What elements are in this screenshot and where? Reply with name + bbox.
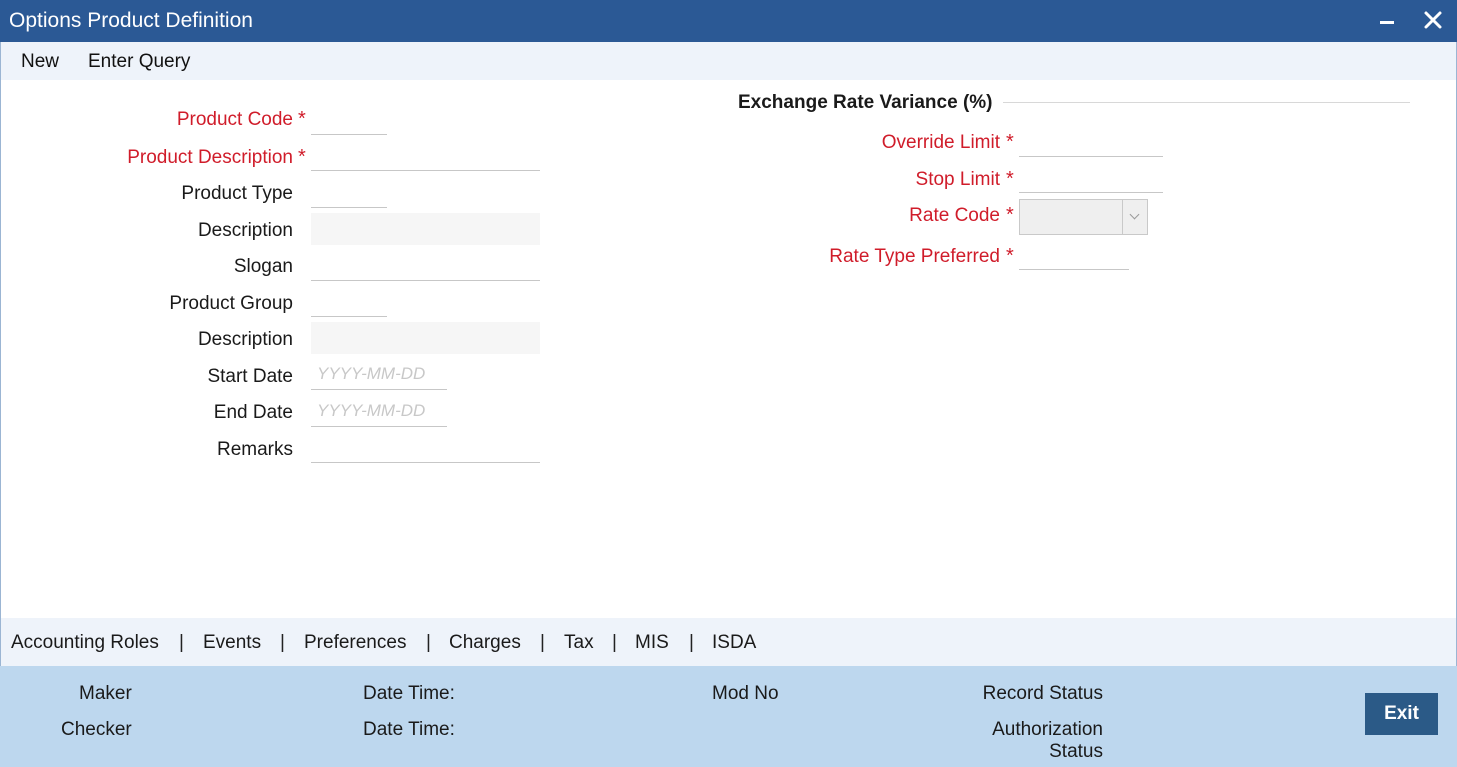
product-group-input[interactable] — [311, 285, 387, 317]
record-status-label: Record Status — [982, 683, 1103, 704]
chevron-down-icon[interactable] — [1122, 200, 1147, 234]
new-button[interactable]: New — [21, 51, 59, 73]
audit-footer — [0, 666, 1457, 767]
product-description-label: Product Description — [127, 147, 293, 168]
rate-type-preferred-label: Rate Type Preferred — [829, 246, 1000, 267]
authorization-status-label: Authorization — [992, 719, 1103, 740]
rate-code-select[interactable] — [1019, 199, 1148, 235]
authorization-status-label-line2: Status — [1049, 741, 1103, 762]
tab-charges[interactable]: Charges — [449, 632, 521, 654]
required-marker: * — [298, 108, 306, 130]
group-description-field — [311, 322, 540, 354]
tab-events[interactable]: Events — [203, 632, 261, 654]
minimize-icon[interactable] — [1377, 9, 1399, 31]
required-marker: * — [1006, 168, 1014, 190]
enter-query-button[interactable]: Enter Query — [88, 51, 190, 73]
tab-preferences[interactable]: Preferences — [304, 632, 406, 654]
required-marker: * — [1006, 245, 1014, 267]
type-description-field — [311, 213, 540, 245]
start-date-input[interactable] — [311, 358, 447, 390]
type-description-label: Description — [197, 220, 293, 241]
menu-bar: New Enter Query — [0, 42, 1457, 80]
product-type-label: Product Type — [181, 183, 293, 204]
group-description-label: Description — [197, 329, 293, 350]
maker-label: Maker — [79, 683, 132, 704]
exchange-rate-section-title: Exchange Rate Variance (%) — [738, 92, 993, 113]
mod-no-label: Mod No — [712, 683, 779, 704]
section-divider — [1003, 102, 1410, 103]
required-marker: * — [1006, 131, 1014, 153]
slogan-label: Slogan — [233, 256, 293, 277]
required-marker: * — [298, 146, 306, 168]
product-group-label: Product Group — [169, 293, 293, 314]
product-description-input[interactable] — [311, 139, 540, 171]
maker-date-time-label: Date Time: — [363, 683, 455, 704]
stop-limit-label: Stop Limit — [915, 169, 1000, 190]
end-date-label: End Date — [213, 402, 293, 423]
tab-accounting-roles[interactable]: Accounting Roles — [11, 632, 159, 654]
title-bar: Options Product Definition — [0, 0, 1457, 42]
tab-separator: | — [280, 632, 285, 653]
slogan-input[interactable] — [311, 249, 540, 281]
window-title: Options Product Definition — [9, 9, 253, 32]
tab-tax[interactable]: Tax — [564, 632, 594, 654]
tab-separator: | — [179, 632, 184, 653]
remarks-input[interactable] — [311, 431, 540, 463]
product-code-label: Product Code — [176, 109, 293, 130]
exit-button[interactable]: Exit — [1365, 693, 1438, 735]
tab-separator: | — [689, 632, 694, 653]
close-icon[interactable] — [1422, 9, 1444, 31]
product-type-input[interactable] — [311, 176, 387, 208]
tab-separator: | — [540, 632, 545, 653]
required-marker: * — [1006, 204, 1014, 226]
remarks-label: Remarks — [216, 439, 293, 460]
rate-type-preferred-input[interactable] — [1019, 238, 1129, 270]
tab-mis[interactable]: MIS — [635, 632, 669, 654]
end-date-input[interactable] — [311, 395, 447, 427]
tab-separator: | — [612, 632, 617, 653]
checker-date-time-label: Date Time: — [363, 719, 455, 740]
override-limit-label: Override Limit — [881, 132, 1000, 153]
tab-isda[interactable]: ISDA — [712, 632, 756, 654]
start-date-label: Start Date — [207, 366, 293, 387]
override-limit-input[interactable] — [1019, 125, 1163, 157]
sub-screen-tabs: Accounting Roles | Events | Preferences … — [0, 618, 1457, 666]
tab-separator: | — [426, 632, 431, 653]
product-code-input[interactable] — [311, 103, 387, 135]
checker-label: Checker — [61, 719, 132, 740]
stop-limit-input[interactable] — [1019, 161, 1163, 193]
rate-code-label: Rate Code — [909, 205, 1000, 226]
